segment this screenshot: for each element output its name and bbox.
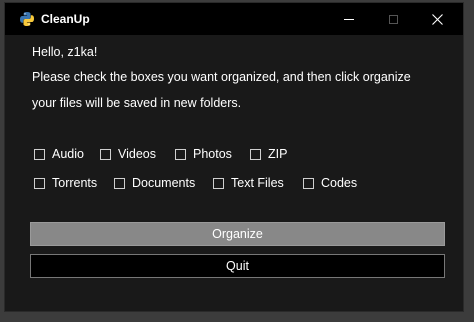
checkbox-label: Codes [321, 176, 358, 190]
checkbox-label: Documents [132, 176, 196, 190]
checkbox-label: ZIP [268, 147, 288, 161]
checkbox-text-files[interactable]: Text Files [213, 176, 284, 190]
checkbox-box[interactable] [175, 148, 186, 160]
maximize-icon [388, 14, 398, 24]
checkbox-box[interactable] [114, 177, 125, 189]
quit-button[interactable]: Quit [30, 254, 445, 278]
checkbox-label: Text Files [231, 176, 284, 190]
title-bar[interactable]: CleanUp [5, 3, 463, 35]
checkbox-videos[interactable]: Videos [100, 147, 156, 161]
checkbox-box[interactable] [303, 177, 314, 189]
close-icon [431, 13, 443, 25]
checkbox-box[interactable] [34, 177, 45, 189]
greeting-text: Hello, z1ka! [32, 45, 98, 59]
app-window: CleanUp Hello, z1ka! Please check the bo… [4, 2, 464, 312]
checkbox-torrents[interactable]: Torrents [34, 176, 97, 190]
organize-button[interactable]: Organize [30, 222, 445, 246]
checkbox-audio[interactable]: Audio [34, 147, 84, 161]
checkbox-codes[interactable]: Codes [303, 176, 357, 190]
instruction-line-1: Please check the boxes you want organize… [32, 70, 411, 84]
python-logo-icon [20, 12, 34, 26]
checkbox-box[interactable] [34, 148, 45, 160]
checkbox-label: Photos [193, 147, 232, 161]
checkbox-label: Audio [52, 147, 84, 161]
checkbox-box[interactable] [250, 148, 261, 160]
checkbox-box[interactable] [213, 177, 224, 189]
checkbox-label: Torrents [52, 176, 98, 190]
close-button[interactable] [415, 3, 459, 35]
checkbox-box[interactable] [100, 148, 111, 160]
checkbox-photos[interactable]: Photos [175, 147, 232, 161]
maximize-button[interactable] [371, 3, 415, 35]
minimize-icon [344, 18, 354, 20]
checkbox-zip[interactable]: ZIP [250, 147, 287, 161]
instruction-line-2: your files will be saved in new folders. [32, 96, 242, 110]
minimize-button[interactable] [327, 3, 371, 35]
checkbox-documents[interactable]: Documents [114, 176, 195, 190]
checkbox-label: Videos [118, 147, 156, 161]
window-title: CleanUp [41, 12, 90, 26]
main-content: Hello, z1ka! Please check the boxes you … [5, 35, 463, 311]
